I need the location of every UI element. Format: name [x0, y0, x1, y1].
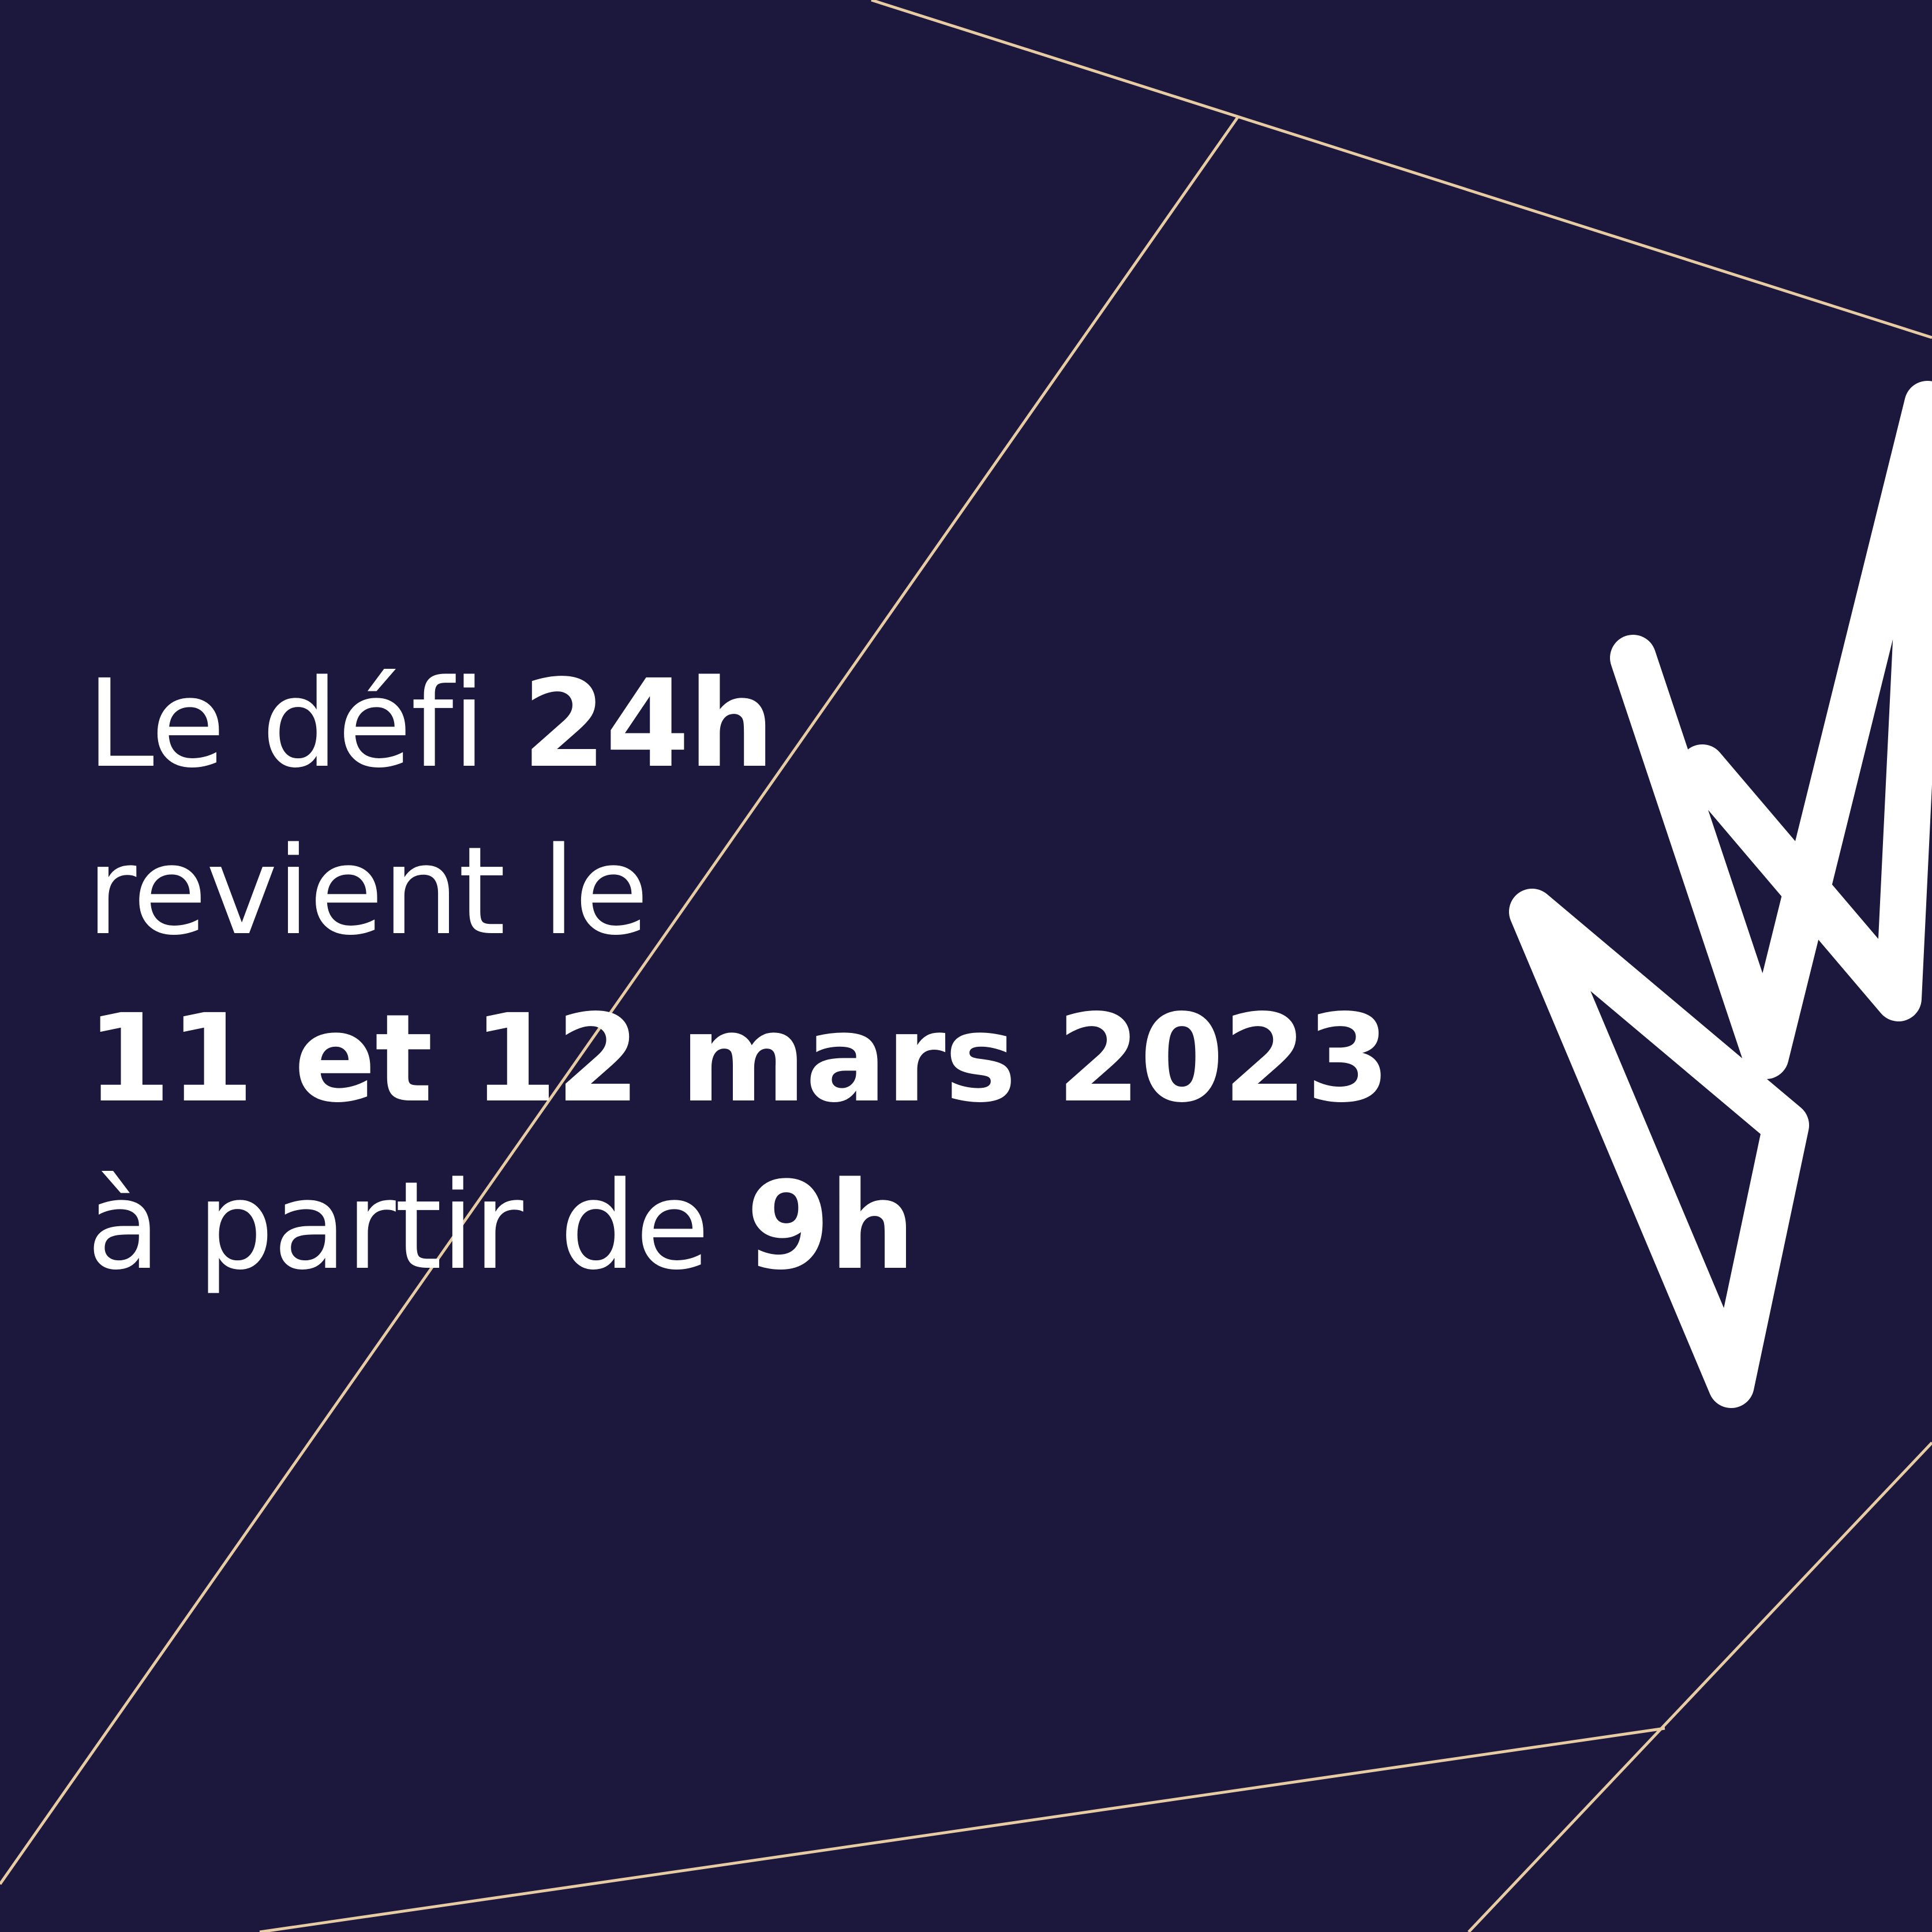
headline-line-1-bold: 24h — [522, 653, 775, 795]
headline-line-1: Le défi 24h — [87, 641, 1389, 808]
headline-line-1-regular: Le défi — [87, 653, 522, 795]
poster: Le défi 24h revient le 11 et 12 mars 202… — [0, 0, 1932, 1932]
headline-line-2: revient le — [87, 821, 649, 962]
logo-zigzag-shape — [1610, 381, 1932, 1079]
headline-line-4-bold: 9h — [746, 1155, 916, 1297]
headline-line-4-regular: à partir de — [87, 1155, 746, 1297]
headline-line-4: à partir de 9h — [87, 1143, 1389, 1310]
headline: Le défi 24h revient le 11 et 12 mars 202… — [87, 641, 1390, 1310]
headline-line-3-date: 11 et 12 mars 2023 — [87, 988, 1390, 1129]
